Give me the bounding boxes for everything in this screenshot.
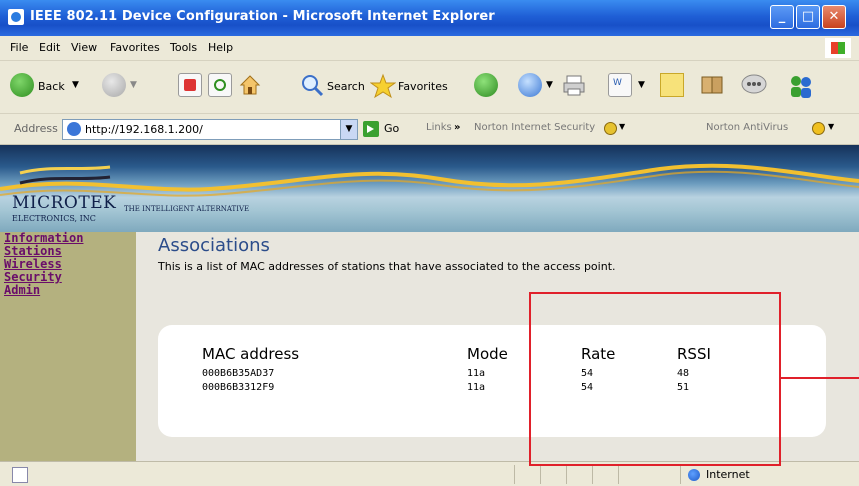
status-divider [540, 465, 541, 484]
highlight-box [529, 292, 781, 466]
menu-help[interactable]: Help [208, 41, 233, 54]
research-icon[interactable] [700, 73, 726, 97]
windows-logo-icon [825, 38, 851, 58]
security-zone-label: Internet [706, 468, 750, 481]
cell-mac: 000B6B35AD37 [202, 368, 275, 379]
back-arrow-icon[interactable] [10, 73, 34, 97]
close-button[interactable]: ✕ [822, 5, 846, 29]
page-title: Associations [158, 235, 270, 256]
address-dropdown-icon[interactable]: ▼ [340, 120, 357, 139]
address-label: Address [14, 122, 58, 135]
mail-icon[interactable] [518, 73, 542, 97]
favorites-button-label[interactable]: Favorites [398, 80, 448, 93]
menu-bar: File Edit View Favorites Tools Help [0, 36, 859, 61]
cell-mode: 11a [467, 382, 486, 393]
back-button-label[interactable]: Back [38, 80, 65, 93]
menu-tools[interactable]: Tools [170, 41, 197, 54]
print-icon[interactable] [562, 73, 586, 97]
discuss-icon[interactable] [660, 73, 684, 97]
column-header-mac: MAC address [202, 345, 300, 363]
highlight-callout-line [781, 377, 859, 379]
history-icon[interactable] [474, 73, 498, 97]
norton-antivirus-dropdown-icon[interactable]: ▼ [828, 122, 834, 131]
window-title: IEEE 802.11 Device Configuration - Micro… [30, 9, 495, 24]
address-bar: Address http://192.168.1.200/ ▼ Go Links… [0, 114, 859, 145]
links-chevron-icon[interactable]: » [454, 122, 460, 133]
search-button-label[interactable]: Search [327, 80, 365, 93]
page-icon [67, 122, 81, 136]
sidebar-nav: Information Stations Wireless Security A… [0, 232, 136, 461]
browser-window: IEEE 802.11 Device Configuration - Micro… [0, 0, 859, 486]
norton-security-link[interactable]: Norton Internet Security [474, 122, 595, 133]
toolbar: Back ▼ ▼ Search Favorites ▼ W ▼ [0, 61, 859, 114]
status-divider [566, 465, 567, 484]
status-divider [618, 465, 619, 484]
status-divider [680, 465, 681, 484]
edit-dropdown-icon[interactable]: ▼ [638, 80, 645, 90]
page-status-icon [12, 467, 28, 483]
mail-dropdown-icon[interactable]: ▼ [546, 80, 553, 90]
messenger-icon[interactable] [740, 73, 768, 97]
norton-antivirus-icon[interactable] [812, 122, 825, 135]
norton-security-icon[interactable] [604, 122, 617, 135]
microtek-logo: MICROTEK [12, 193, 117, 213]
internet-zone-icon [688, 469, 700, 481]
address-url[interactable]: http://192.168.1.200/ [85, 123, 203, 136]
status-divider [592, 465, 593, 484]
ie-app-icon [8, 9, 24, 25]
column-header-mode: Mode [467, 345, 508, 363]
status-divider [514, 465, 515, 484]
menu-file[interactable]: File [10, 41, 28, 54]
edit-icon[interactable]: W [608, 73, 632, 97]
go-button-label[interactable]: Go [384, 122, 399, 135]
banner-wave-graphic [0, 163, 859, 197]
cell-mode: 11a [467, 368, 486, 379]
menu-edit[interactable]: Edit [39, 41, 60, 54]
cell-mac: 000B6B3312F9 [202, 382, 275, 393]
forward-dropdown-icon[interactable]: ▼ [130, 80, 137, 90]
logo-subtitle: ELECTRONICS, INC [12, 214, 96, 223]
forward-arrow-icon[interactable] [102, 73, 126, 97]
minimize-button[interactable]: _ [770, 5, 794, 29]
links-label[interactable]: Links [426, 122, 452, 133]
menu-view[interactable]: View [71, 41, 97, 54]
search-icon[interactable] [300, 73, 324, 97]
refresh-icon[interactable] [208, 73, 232, 97]
norton-antivirus-link[interactable]: Norton AntiVirus [706, 122, 788, 133]
home-icon[interactable] [238, 73, 262, 97]
address-field[interactable]: http://192.168.1.200/ ▼ [62, 119, 358, 140]
title-bar: IEEE 802.11 Device Configuration - Micro… [0, 0, 859, 36]
stop-icon[interactable] [178, 73, 202, 97]
maximize-button[interactable]: □ [796, 5, 820, 29]
norton-security-dropdown-icon[interactable]: ▼ [619, 122, 625, 131]
menu-favorites[interactable]: Favorites [110, 41, 160, 54]
buddy-icon[interactable] [786, 73, 816, 99]
site-banner: MICROTEK ELECTRONICS, INC THE INTELLIGEN… [0, 145, 859, 232]
favorites-star-icon[interactable] [369, 73, 397, 99]
banner-tagline: THE INTELLIGENT ALTERNATIVE [124, 205, 250, 213]
back-dropdown-icon[interactable]: ▼ [72, 80, 79, 90]
page-description: This is a list of MAC addresses of stati… [158, 260, 616, 273]
go-arrow-icon[interactable] [363, 121, 379, 137]
sidebar-item-admin[interactable]: Admin [0, 284, 136, 297]
